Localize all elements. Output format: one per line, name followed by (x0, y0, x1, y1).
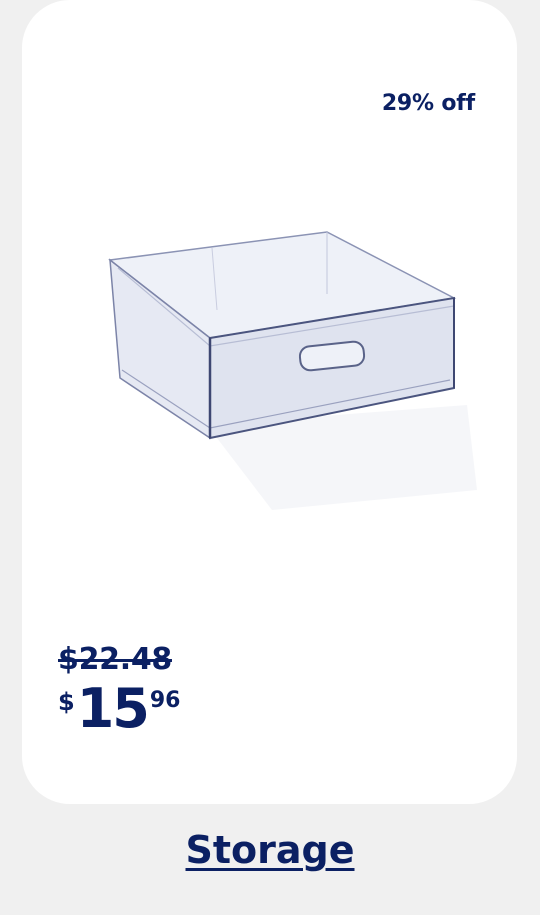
sale-price-dollars: 15 (76, 677, 150, 740)
product-image[interactable] (82, 220, 482, 530)
original-price: $22.48 (58, 642, 172, 677)
sale-price: $ 15 96 (58, 682, 180, 736)
sale-price-currency: $ (58, 688, 75, 716)
storage-category-link[interactable]: Storage (186, 828, 355, 872)
sale-price-cents: 96 (149, 688, 181, 713)
category-link-container: Storage (0, 828, 540, 872)
product-card[interactable]: 29% off $22.48 $ 15 96 (22, 0, 517, 804)
discount-badge: 29% off (381, 91, 475, 116)
